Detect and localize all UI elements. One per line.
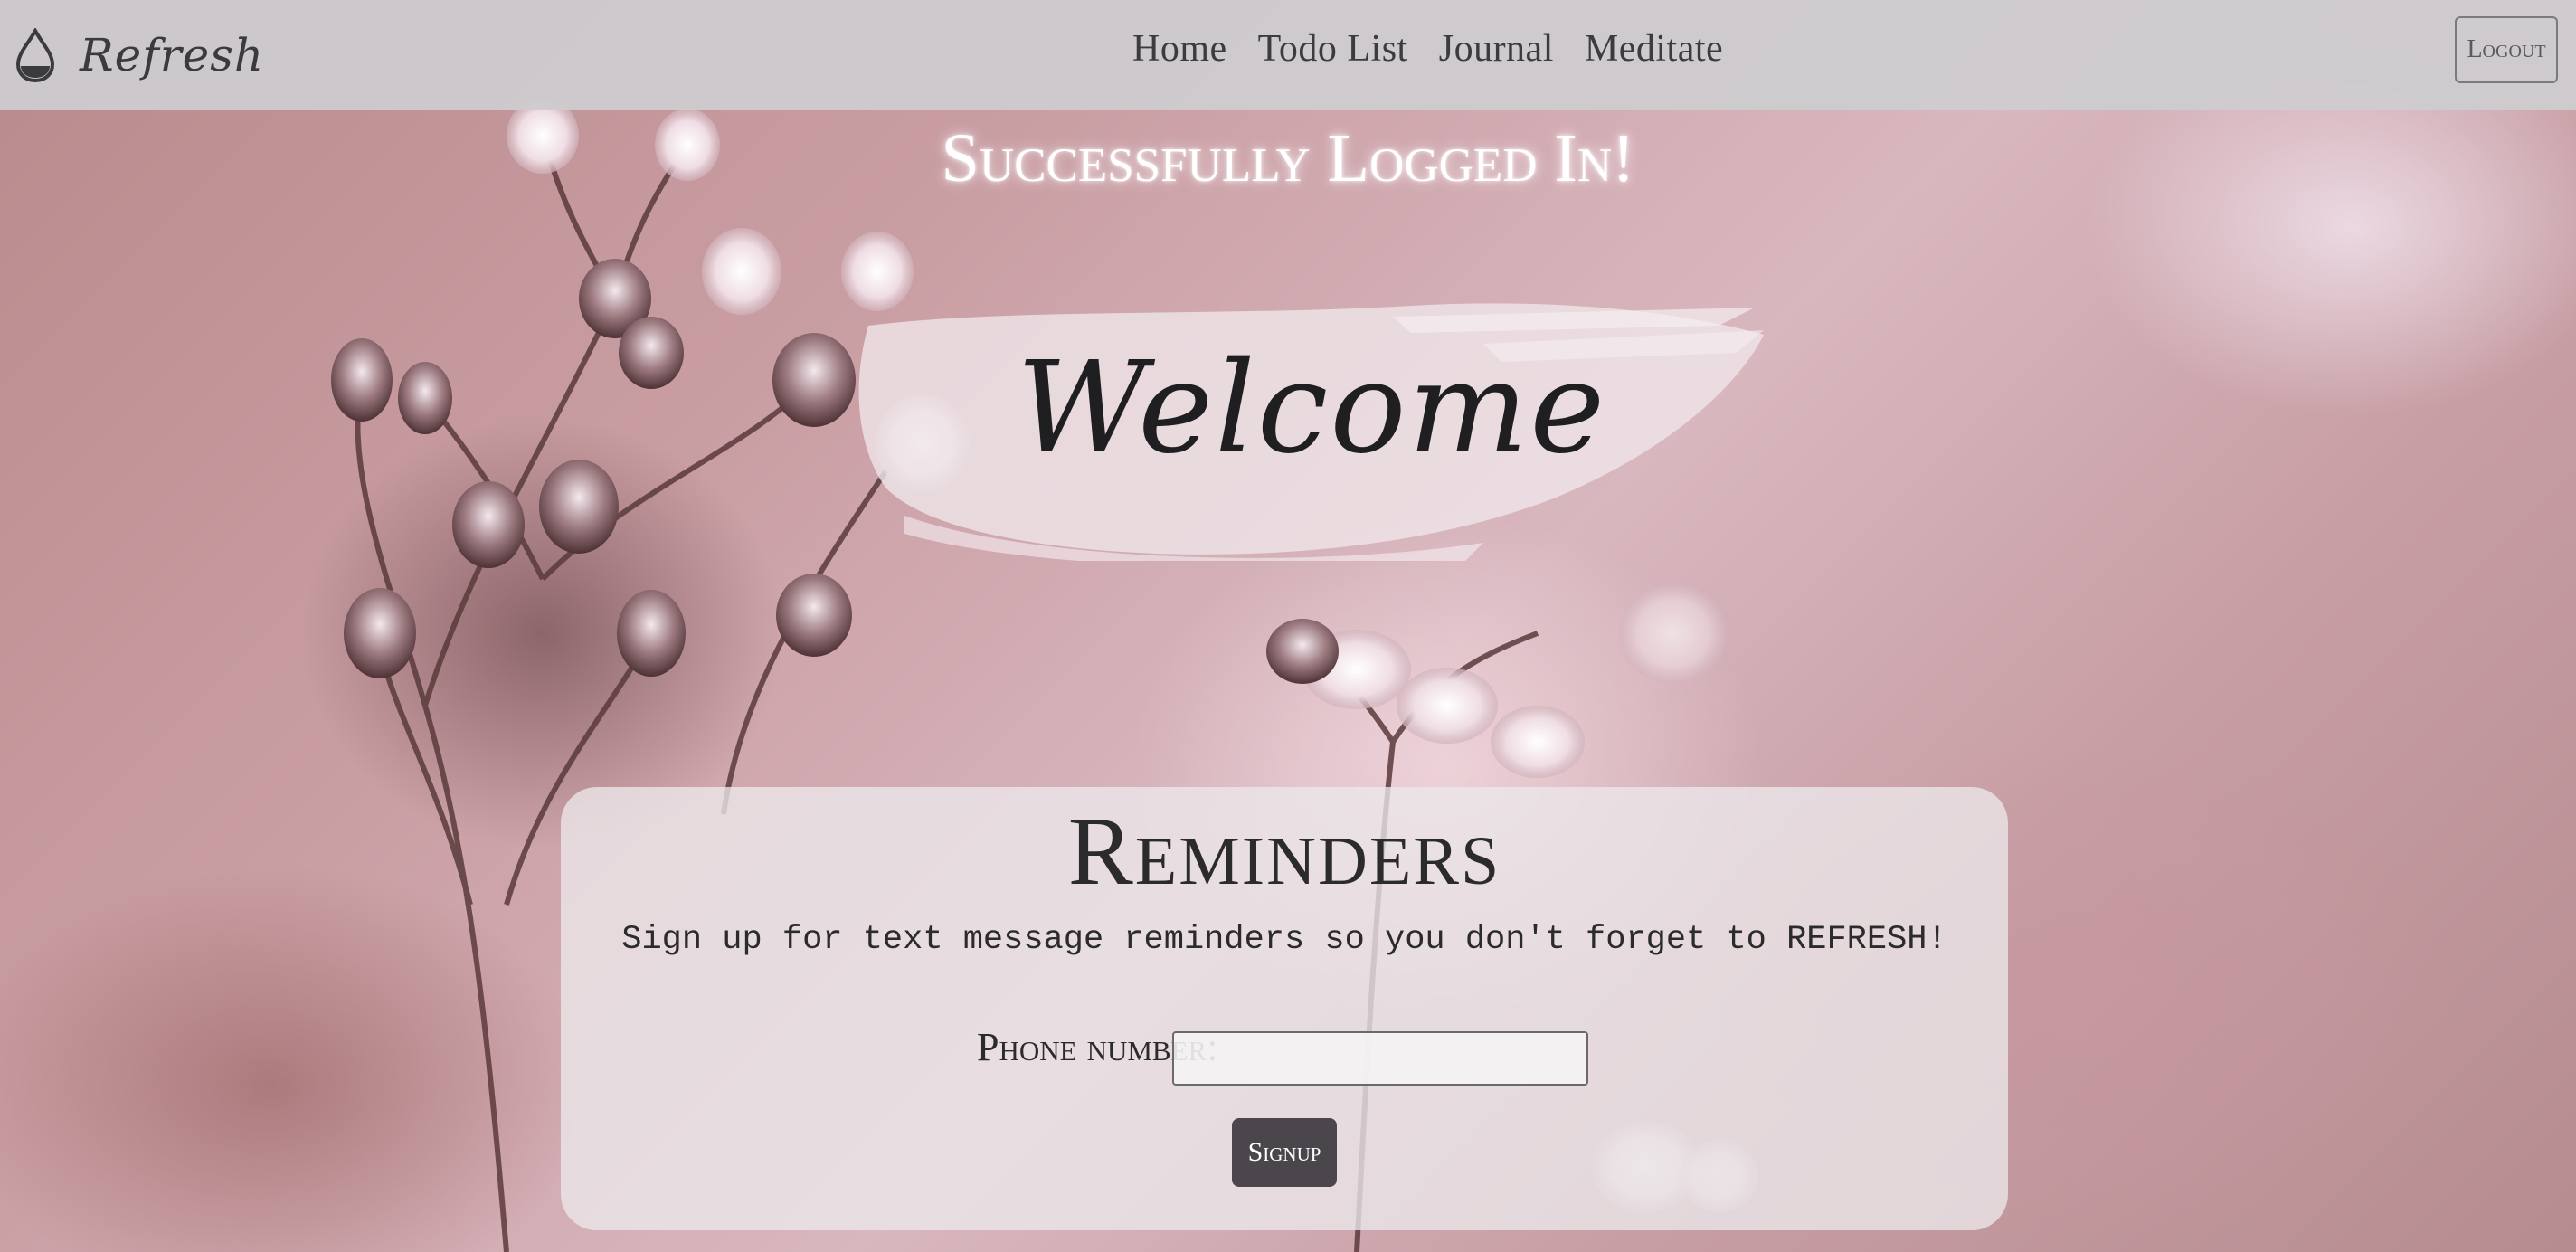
water-drop-icon	[15, 28, 55, 82]
signup-button[interactable]: Signup	[1232, 1118, 1337, 1187]
reminders-card: Reminders Sign up for text message remin…	[561, 787, 2008, 1230]
success-message: Successfully Logged In!	[941, 120, 1635, 196]
nav-link-home[interactable]: Home	[1132, 27, 1227, 71]
navbar: Refresh Home Todo List Journal Meditate …	[0, 0, 2576, 110]
logout-button[interactable]: Logout	[2455, 16, 2558, 83]
nav-link-journal[interactable]: Journal	[1439, 27, 1554, 71]
welcome-heading: Welcome	[1016, 335, 1607, 482]
brand-name: Refresh	[80, 29, 265, 81]
phone-number-input[interactable]	[1172, 1031, 1588, 1086]
nav-links: Home Todo List Journal Meditate	[1132, 27, 1723, 71]
nav-link-todo-list[interactable]: Todo List	[1258, 27, 1408, 71]
nav-link-meditate[interactable]: Meditate	[1585, 27, 1723, 71]
reminders-description: Sign up for text message reminders so yo…	[621, 921, 1947, 959]
reminders-title: Reminders	[1067, 798, 1501, 906]
brand-logo[interactable]: Refresh	[14, 24, 264, 87]
